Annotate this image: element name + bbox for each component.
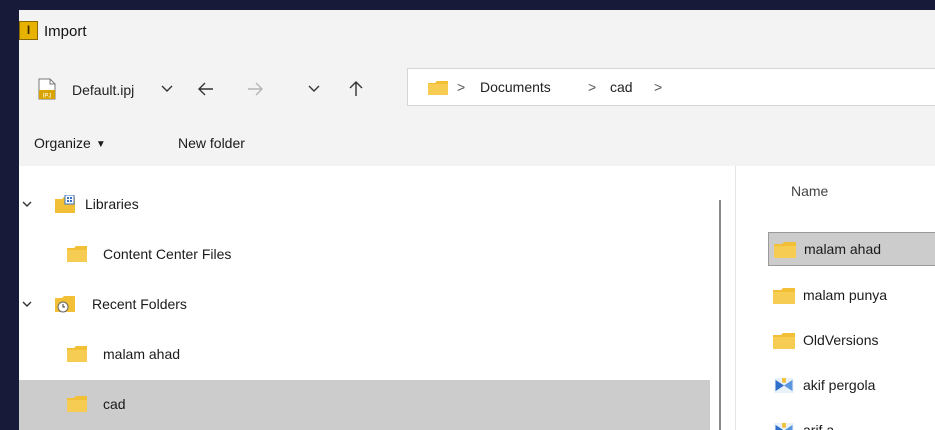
organize-label: Organize [34, 135, 91, 151]
forward-button[interactable] [243, 77, 267, 101]
back-button[interactable] [194, 77, 218, 101]
file-item-label: arif a [803, 422, 835, 430]
import-dialog: I Import IPJ Default.ipj > Documents > c… [19, 10, 935, 430]
arrow-up-icon [349, 81, 363, 96]
file-list-pane: Name malam ahad malam punya OldVersions [735, 166, 935, 430]
inventor-app-icon: I [19, 21, 38, 40]
tree-item-libraries[interactable]: Libraries [19, 180, 710, 230]
libraries-icon [55, 195, 75, 213]
up-button[interactable] [344, 77, 368, 101]
tree-item-label: malam ahad [103, 346, 181, 362]
breadcrumb-separator: > [457, 79, 466, 95]
tree-item-label: Content Center Files [103, 246, 232, 262]
tree-item-label: Recent Folders [92, 296, 187, 312]
command-bar: Organize ▼ New folder [19, 120, 935, 166]
folder-icon [67, 346, 87, 362]
chevron-down-icon [308, 85, 320, 92]
file-icon-badge: IPJ [43, 94, 52, 100]
file-item-label: malam punya [803, 287, 888, 303]
file-item-akif-pergola[interactable]: akif pergola [768, 369, 935, 403]
tree-item-malam-ahad[interactable]: malam ahad [19, 330, 710, 380]
project-dropdown-button[interactable] [155, 77, 179, 101]
navigation-bar: IPJ Default.ipj > Documents > cad > [19, 56, 935, 120]
tree-item-recent-folders[interactable]: Recent Folders [19, 280, 710, 330]
file-item-arif-a[interactable]: arif a [768, 414, 935, 430]
breadcrumb-documents[interactable]: Documents [480, 79, 551, 95]
organize-button[interactable]: Organize ▼ [34, 135, 106, 151]
recent-folders-icon [55, 296, 75, 313]
title-bar: I Import [19, 10, 935, 56]
tree-item-content-center-files[interactable]: Content Center Files [19, 230, 710, 280]
chevron-down-icon [22, 301, 32, 307]
tree-item-label: Libraries [85, 196, 139, 212]
folder-icon [774, 242, 796, 258]
recent-locations-button[interactable] [302, 77, 326, 101]
tree-item-cad[interactable]: cad [19, 380, 710, 430]
file-item-oldversions[interactable]: OldVersions [768, 324, 935, 358]
folder-icon [428, 81, 448, 95]
folder-icon [773, 333, 795, 349]
navigation-pane: Libraries Content Center Files Recent Fo… [19, 166, 710, 430]
file-item-label: malam ahad [804, 241, 882, 257]
project-file-label[interactable]: Default.ipj [72, 82, 134, 98]
file-item-label: akif pergola [803, 377, 876, 393]
file-item-label: OldVersions [803, 332, 879, 348]
breadcrumb-separator: > [654, 79, 663, 95]
inventor-assembly-icon [774, 377, 794, 394]
breadcrumb-cad[interactable]: cad [610, 79, 633, 95]
window-title: Import [44, 23, 87, 40]
new-folder-button[interactable]: New folder [178, 135, 245, 151]
column-header-name[interactable]: Name [791, 183, 828, 199]
inventor-assembly-icon [774, 422, 794, 430]
chevron-down-icon [161, 85, 173, 92]
address-bar[interactable]: > Documents > cad > [407, 68, 935, 106]
project-file-icon: IPJ [38, 78, 56, 100]
tree-item-label: cad [103, 396, 126, 412]
chevron-down-icon [22, 201, 32, 207]
arrow-left-icon [198, 82, 213, 96]
caret-down-icon: ▼ [95, 139, 106, 150]
file-item-malam-punya[interactable]: malam punya [768, 279, 935, 313]
navigation-scrollbar[interactable] [719, 200, 721, 430]
folder-icon [773, 288, 795, 304]
folder-icon [67, 396, 87, 412]
folder-icon [67, 246, 87, 262]
breadcrumb-separator: > [588, 79, 597, 95]
arrow-right-icon [248, 82, 263, 96]
file-item-malam-ahad[interactable]: malam ahad [768, 232, 935, 266]
